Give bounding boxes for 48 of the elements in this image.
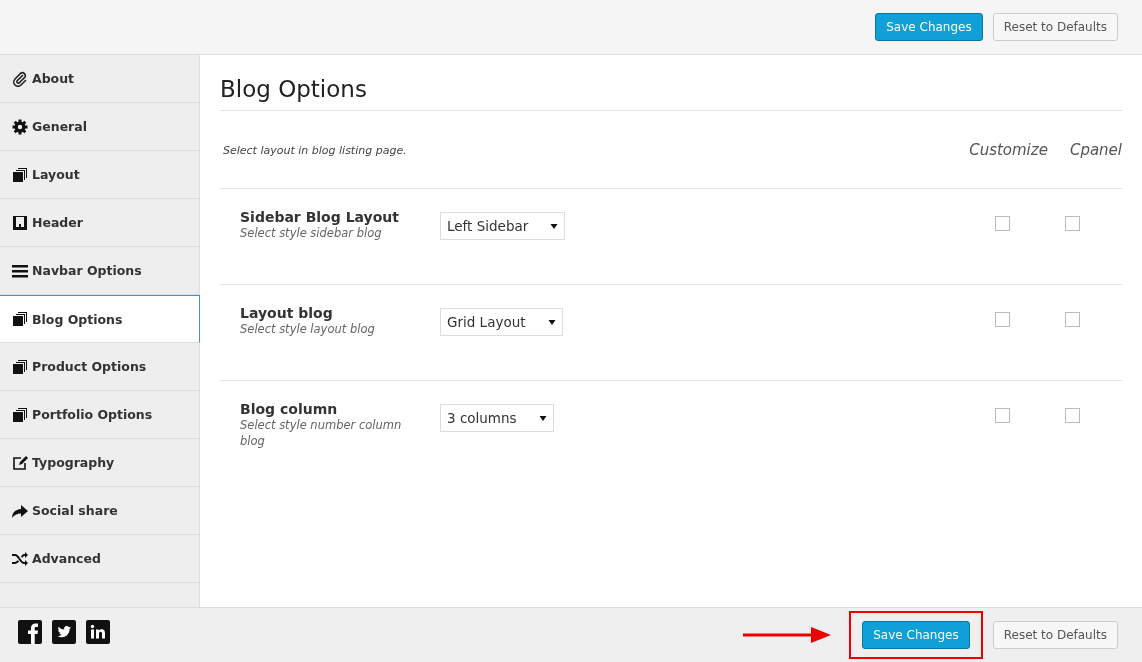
option-label: Sidebar Blog Layout <box>240 209 400 225</box>
shuffle-icon <box>12 550 28 567</box>
menu-icon <box>12 262 28 279</box>
column-header: Customize <box>969 141 1048 159</box>
share-icon <box>12 502 28 519</box>
edit-icon <box>12 454 28 471</box>
twitter-icon[interactable] <box>52 620 76 644</box>
caret-icon <box>547 318 556 326</box>
facebook-icon[interactable] <box>18 620 42 644</box>
checkbox[interactable] <box>1065 216 1080 231</box>
checkbox[interactable] <box>1065 408 1080 423</box>
copies-icon <box>12 358 28 375</box>
dropdown[interactable]: Left Sidebar <box>440 212 566 240</box>
option-label: Layout blog <box>240 305 334 321</box>
option-hint: Select style sidebar blog <box>240 225 383 241</box>
page-title: Blog Options <box>220 55 1122 111</box>
checkbox[interactable] <box>995 408 1010 423</box>
sidebar-item[interactable]: Header <box>0 199 199 247</box>
sidebar-item[interactable]: General <box>0 103 199 151</box>
sidebar-item[interactable]: Social share <box>0 487 199 535</box>
sidebar-item[interactable]: Typography <box>0 439 199 487</box>
sidebar-item[interactable]: Product Options <box>0 343 199 391</box>
sidebar-item[interactable]: Blog Options <box>0 295 200 343</box>
gear-icon <box>12 118 28 135</box>
copies-icon <box>12 406 28 423</box>
linkedin-icon[interactable] <box>86 620 110 644</box>
section-description: Select layout in blog listing page. <box>222 143 407 157</box>
reset-to-defaults-button[interactable]: Reset to Defaults <box>992 13 1118 41</box>
checkbox[interactable] <box>995 312 1010 327</box>
copies-icon <box>12 166 28 183</box>
sidebar-item[interactable]: Portfolio Options <box>0 391 199 439</box>
option-hint: Select style layout blog <box>240 321 376 337</box>
paperclip-icon <box>12 70 28 87</box>
copies-icon <box>12 311 28 327</box>
dropdown[interactable]: 3 columns <box>440 404 554 432</box>
option-hint: Select style number column blog <box>240 417 403 449</box>
sidebar-item[interactable]: About <box>0 55 199 103</box>
checkbox[interactable] <box>1065 312 1080 327</box>
caret-icon <box>550 222 559 230</box>
sidebar-item[interactable]: Advanced <box>0 535 199 583</box>
column-header: Cpanel <box>1069 141 1122 159</box>
header-icon <box>12 214 28 231</box>
sidebar-item[interactable]: Layout <box>0 151 199 199</box>
caret-icon <box>538 414 547 422</box>
checkbox[interactable] <box>995 216 1010 231</box>
option-label: Blog column <box>240 401 339 417</box>
dropdown[interactable]: Grid Layout <box>440 308 563 336</box>
reset-to-defaults-button[interactable]: Reset to Defaults <box>992 621 1118 649</box>
